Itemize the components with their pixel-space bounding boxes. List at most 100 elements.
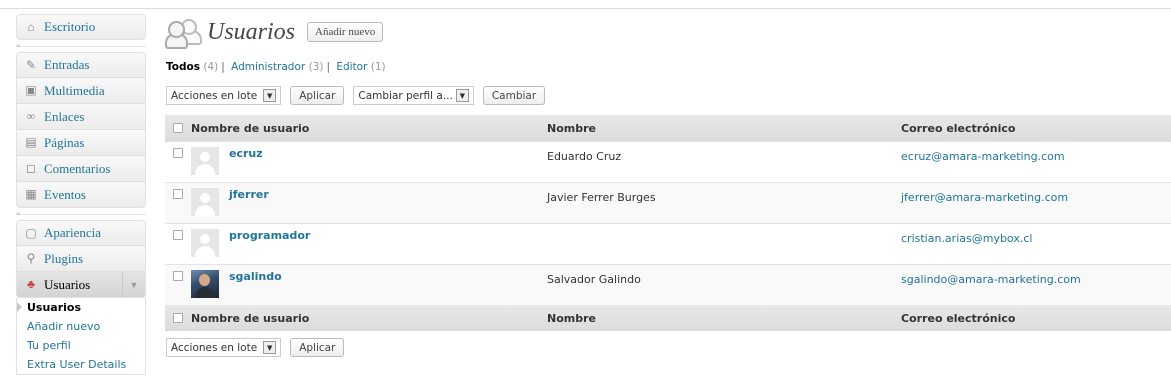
sidebar-item-label: Multimedia (44, 82, 105, 98)
column-header[interactable]: Nombre de usuario (191, 122, 309, 135)
submenu-item-tu-perfil[interactable]: Tu perfil (17, 336, 145, 355)
sidebar-group-appearance: ▢ Apariencia ⚲ Plugins ♣ Usuarios ▼ (16, 220, 146, 298)
sidebar-item-comentarios[interactable]: ◻ Comentarios (16, 156, 146, 182)
row-checkbox[interactable] (173, 230, 183, 240)
add-new-button[interactable]: Añadir nuevo (307, 22, 384, 42)
sidebar-item-plugins[interactable]: ⚲ Plugins (16, 246, 146, 272)
avatar (191, 147, 219, 175)
home-icon: ⌂ (27, 19, 35, 34)
filter-all[interactable]: Todos (166, 61, 200, 73)
select-value: Acciones en lote (171, 89, 258, 102)
avatar (191, 188, 219, 216)
page-icon: ▤ (25, 135, 37, 149)
table-row: sgalindo Salvador Galindo sgalindo@amara… (165, 264, 1171, 305)
user-email[interactable]: jferrer@amara-marketing.com (901, 183, 1171, 223)
submenu-item-usuarios[interactable]: Usuarios (17, 298, 145, 317)
avatar (191, 270, 219, 298)
admin-sidebar: ⌂ Escritorio « ✎ Entradas ▣ Multimedia ∞… (16, 14, 146, 375)
column-header[interactable]: Nombre (547, 122, 901, 135)
page-header: Usuarios Añadir nuevo (165, 18, 384, 49)
change-role-select[interactable]: Cambiar perfil a... ▼ (353, 86, 474, 105)
sidebar-item-usuarios[interactable]: ♣ Usuarios ▼ (16, 272, 146, 298)
page-title: Usuarios (207, 18, 296, 45)
sidebar-item-label: Comentarios (44, 160, 111, 176)
submenu-item-anadir-nuevo[interactable]: Añadir nuevo (17, 317, 145, 336)
table-header: Nombre de usuario Nombre Correo electrón… (165, 115, 1171, 141)
filter-count: (3) (308, 61, 324, 73)
row-checkbox[interactable] (173, 148, 183, 158)
chevron-down-icon: ▼ (263, 89, 277, 102)
plug-icon: ⚲ (26, 251, 36, 265)
sidebar-item-escritorio[interactable]: ⌂ Escritorio (16, 14, 146, 40)
change-button[interactable]: Cambiar (482, 86, 546, 105)
user-email[interactable]: ecruz@amara-marketing.com (901, 142, 1171, 182)
column-header[interactable]: Correo electrónico (901, 122, 1171, 135)
apply-button[interactable]: Aplicar (290, 338, 345, 357)
sidebar-item-paginas[interactable]: ▤ Páginas (16, 130, 146, 156)
menu-separator[interactable]: « (16, 208, 146, 220)
media-icon: ▣ (25, 83, 37, 97)
select-value: Cambiar perfil a... (358, 89, 453, 102)
filter-count: (4) (203, 61, 219, 73)
sidebar-item-label: Entradas (44, 57, 90, 72)
menu-separator[interactable]: « (16, 40, 146, 52)
sidebar-item-entradas[interactable]: ✎ Entradas (16, 52, 146, 78)
sidebar-item-apariencia[interactable]: ▢ Apariencia (16, 220, 146, 246)
table-row: programador cristian.arias@mybox.cl (165, 223, 1171, 264)
users-table: Nombre de usuario Nombre Correo electrón… (165, 115, 1171, 331)
role-filters: Todos (4) | Administrador (3) | Editor (1) (166, 61, 386, 73)
username-link[interactable]: programador (229, 229, 310, 242)
sidebar-item-label: Eventos (44, 186, 86, 202)
submenu-item-extra-user-details[interactable]: Extra User Details (17, 355, 145, 374)
sidebar-item-label: Plugins (44, 250, 84, 266)
sidebar-item-label: Enlaces (44, 108, 85, 124)
user-name: Salvador Galindo (547, 273, 641, 286)
appearance-icon: ▢ (25, 225, 37, 240)
column-header[interactable]: Nombre de usuario (191, 312, 309, 325)
sidebar-item-label: Páginas (44, 134, 85, 150)
filter-administrador[interactable]: Administrador (231, 61, 305, 73)
bulk-actions-top: Acciones en lote ▼ Aplicar Cambiar perfi… (166, 86, 546, 105)
sidebar-item-enlaces[interactable]: ∞ Enlaces (16, 104, 146, 130)
username-link[interactable]: ecruz (229, 147, 263, 160)
filter-count: (1) (370, 61, 386, 73)
table-row: jferrer Javier Ferrer Burges jferrer@ama… (165, 182, 1171, 223)
row-checkbox[interactable] (173, 271, 183, 281)
user-email[interactable]: cristian.arias@mybox.cl (901, 224, 1171, 264)
user-name: Javier Ferrer Burges (547, 191, 656, 204)
calendar-icon: ▦ (25, 187, 37, 201)
user-email[interactable]: sgalindo@amara-marketing.com (901, 265, 1171, 305)
row-checkbox[interactable] (173, 189, 183, 199)
link-icon: ∞ (26, 109, 36, 123)
chevron-down-icon[interactable]: ▼ (122, 272, 145, 297)
column-header[interactable]: Correo electrónico (901, 312, 1171, 325)
filter-editor[interactable]: Editor (336, 61, 367, 73)
sidebar-item-label: Escritorio (44, 19, 96, 34)
comment-icon: ◻ (26, 161, 36, 175)
top-divider (0, 8, 1171, 9)
bulk-actions-select[interactable]: Acciones en lote ▼ (166, 86, 282, 105)
username-link[interactable]: jferrer (229, 188, 269, 201)
sidebar-item-eventos[interactable]: ▦ Eventos (16, 182, 146, 208)
column-header[interactable]: Nombre (547, 312, 901, 325)
chevron-down-icon: ▼ (455, 89, 469, 102)
bulk-actions-bottom: Acciones en lote ▼ Aplicar (166, 338, 345, 357)
sidebar-item-label: Apariencia (44, 225, 102, 240)
sidebar-item-multimedia[interactable]: ▣ Multimedia (16, 78, 146, 104)
users-icon (165, 18, 202, 49)
select-all-checkbox[interactable] (173, 313, 183, 323)
user-name (547, 224, 901, 264)
pin-icon: ✎ (25, 57, 37, 72)
usuarios-submenu: Usuarios Añadir nuevo Tu perfil Extra Us… (16, 298, 146, 375)
sidebar-item-label: Usuarios (44, 276, 91, 292)
sidebar-group-content: ✎ Entradas ▣ Multimedia ∞ Enlaces ▤ Pági… (16, 52, 146, 208)
bulk-actions-select[interactable]: Acciones en lote ▼ (166, 338, 282, 357)
chevron-down-icon: ▼ (263, 341, 277, 354)
select-all-checkbox[interactable] (173, 123, 183, 133)
table-row: ecruz Eduardo Cruz ecruz@amara-marketing… (165, 141, 1171, 182)
apply-button[interactable]: Aplicar (290, 86, 345, 105)
avatar (191, 229, 219, 257)
user-name: Eduardo Cruz (547, 150, 622, 163)
select-value: Acciones en lote (171, 341, 258, 354)
username-link[interactable]: sgalindo (229, 270, 282, 283)
